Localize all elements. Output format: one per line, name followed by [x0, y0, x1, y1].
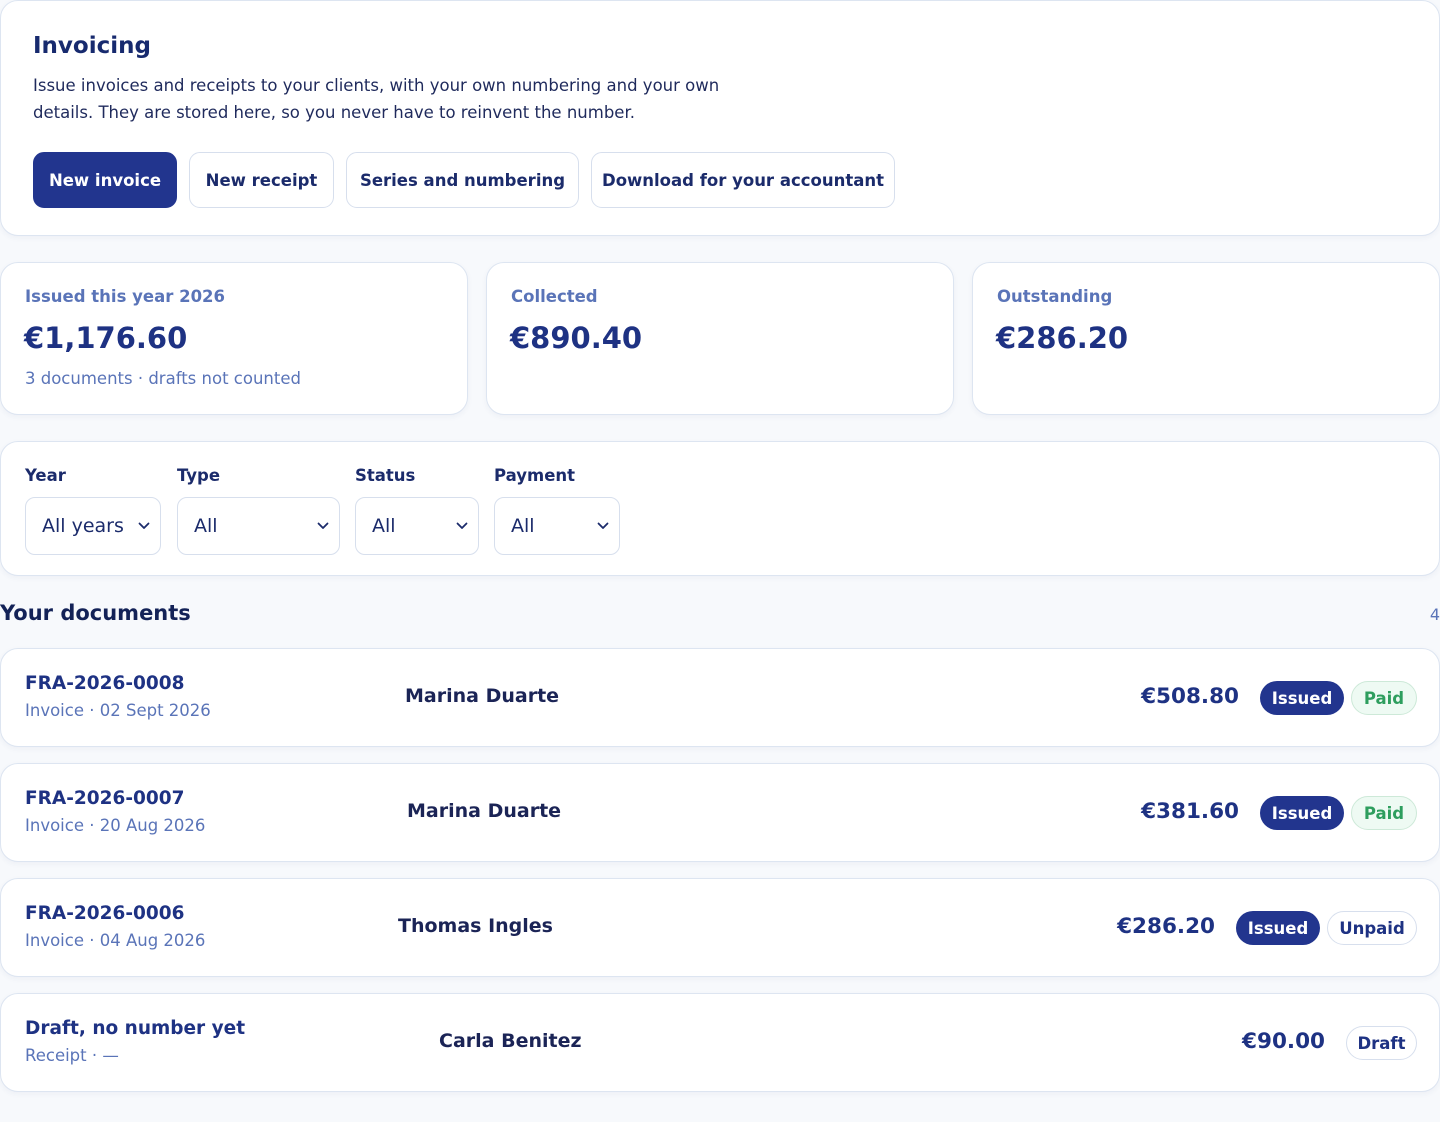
chevron-down-icon: [456, 522, 468, 529]
document-row[interactable]: FRA-2026-0007 Invoice · 20 Aug 2026 Mari…: [0, 763, 1440, 862]
status-select[interactable]: All: [355, 497, 479, 555]
year-select[interactable]: All years: [25, 497, 161, 555]
new-receipt-button[interactable]: New receipt: [189, 152, 334, 208]
type-filter-label: Type: [177, 466, 221, 485]
year-filter-label: Year: [25, 466, 66, 485]
chevron-down-icon: [597, 522, 609, 529]
document-client: Carla Benitez: [439, 1030, 582, 1052]
filters-card: Year All years Type All Status All Payme…: [0, 441, 1440, 576]
document-subtitle: Invoice · 04 Aug 2026: [25, 931, 206, 950]
stat-label: Collected: [511, 287, 598, 306]
stat-card-outstanding: Outstanding €286.20: [972, 262, 1440, 415]
payment-badge: Unpaid: [1327, 911, 1417, 945]
document-amount: €90.00: [1242, 1029, 1325, 1054]
payment-select[interactable]: All: [494, 497, 620, 555]
document-number: FRA-2026-0006: [25, 903, 185, 924]
document-subtitle: Invoice · 20 Aug 2026: [25, 816, 206, 835]
status-badge: Issued: [1260, 681, 1344, 715]
document-client: Marina Duarte: [407, 800, 562, 822]
document-client: Thomas Ingles: [398, 915, 553, 937]
document-amount: €381.60: [1141, 799, 1239, 824]
status-badge: Issued: [1236, 911, 1320, 945]
documents-heading: Your documents: [0, 601, 191, 625]
stat-card-collected: Collected €890.40: [486, 262, 954, 415]
stat-value: €286.20: [996, 321, 1129, 355]
payment-badge: Paid: [1351, 796, 1417, 830]
chevron-down-icon: [138, 522, 150, 529]
payment-badge: Paid: [1351, 681, 1417, 715]
type-select[interactable]: All: [177, 497, 340, 555]
download-for-accountant-button[interactable]: Download for your accountant: [591, 152, 895, 208]
stat-label: Outstanding: [997, 287, 1113, 306]
document-row[interactable]: FRA-2026-0006 Invoice · 04 Aug 2026 Thom…: [0, 878, 1440, 977]
series-and-numbering-button[interactable]: Series and numbering: [346, 152, 579, 208]
document-amount: €286.20: [1117, 914, 1215, 939]
status-select-value: All: [372, 515, 396, 537]
invoicing-header-card: Invoicing Issue invoices and receipts to…: [0, 0, 1440, 236]
document-row[interactable]: Draft, no number yet Receipt · — Carla B…: [0, 993, 1440, 1092]
chevron-down-icon: [317, 522, 329, 529]
status-badge: Issued: [1260, 796, 1344, 830]
year-select-value: All years: [42, 515, 124, 537]
page-description: Issue invoices and receipts to your clie…: [33, 76, 720, 122]
document-client: Marina Duarte: [405, 685, 560, 707]
stat-card-issued: Issued this year 2026 €1,176.60 3 docume…: [0, 262, 468, 415]
stat-note: 3 documents · drafts not counted: [25, 369, 301, 388]
type-select-value: All: [194, 515, 218, 537]
payment-select-value: All: [511, 515, 535, 537]
stat-value: €1,176.60: [24, 321, 188, 355]
stat-value: €890.40: [510, 321, 643, 355]
document-subtitle: Invoice · 02 Sept 2026: [25, 701, 211, 720]
payment-filter-label: Payment: [494, 466, 576, 485]
document-amount: €508.80: [1141, 684, 1239, 709]
stat-label: Issued this year 2026: [25, 287, 226, 306]
documents-count: 4: [1429, 605, 1440, 624]
document-number: FRA-2026-0007: [25, 788, 185, 809]
status-badge: Draft: [1346, 1026, 1417, 1060]
page-title: Invoicing: [33, 33, 151, 59]
new-invoice-button[interactable]: New invoice: [33, 152, 177, 208]
document-number: Draft, no number yet: [25, 1018, 246, 1039]
document-number: FRA-2026-0008: [25, 673, 185, 694]
status-filter-label: Status: [355, 466, 416, 485]
document-subtitle: Receipt · —: [25, 1046, 119, 1065]
document-row[interactable]: FRA-2026-0008 Invoice · 02 Sept 2026 Mar…: [0, 648, 1440, 747]
